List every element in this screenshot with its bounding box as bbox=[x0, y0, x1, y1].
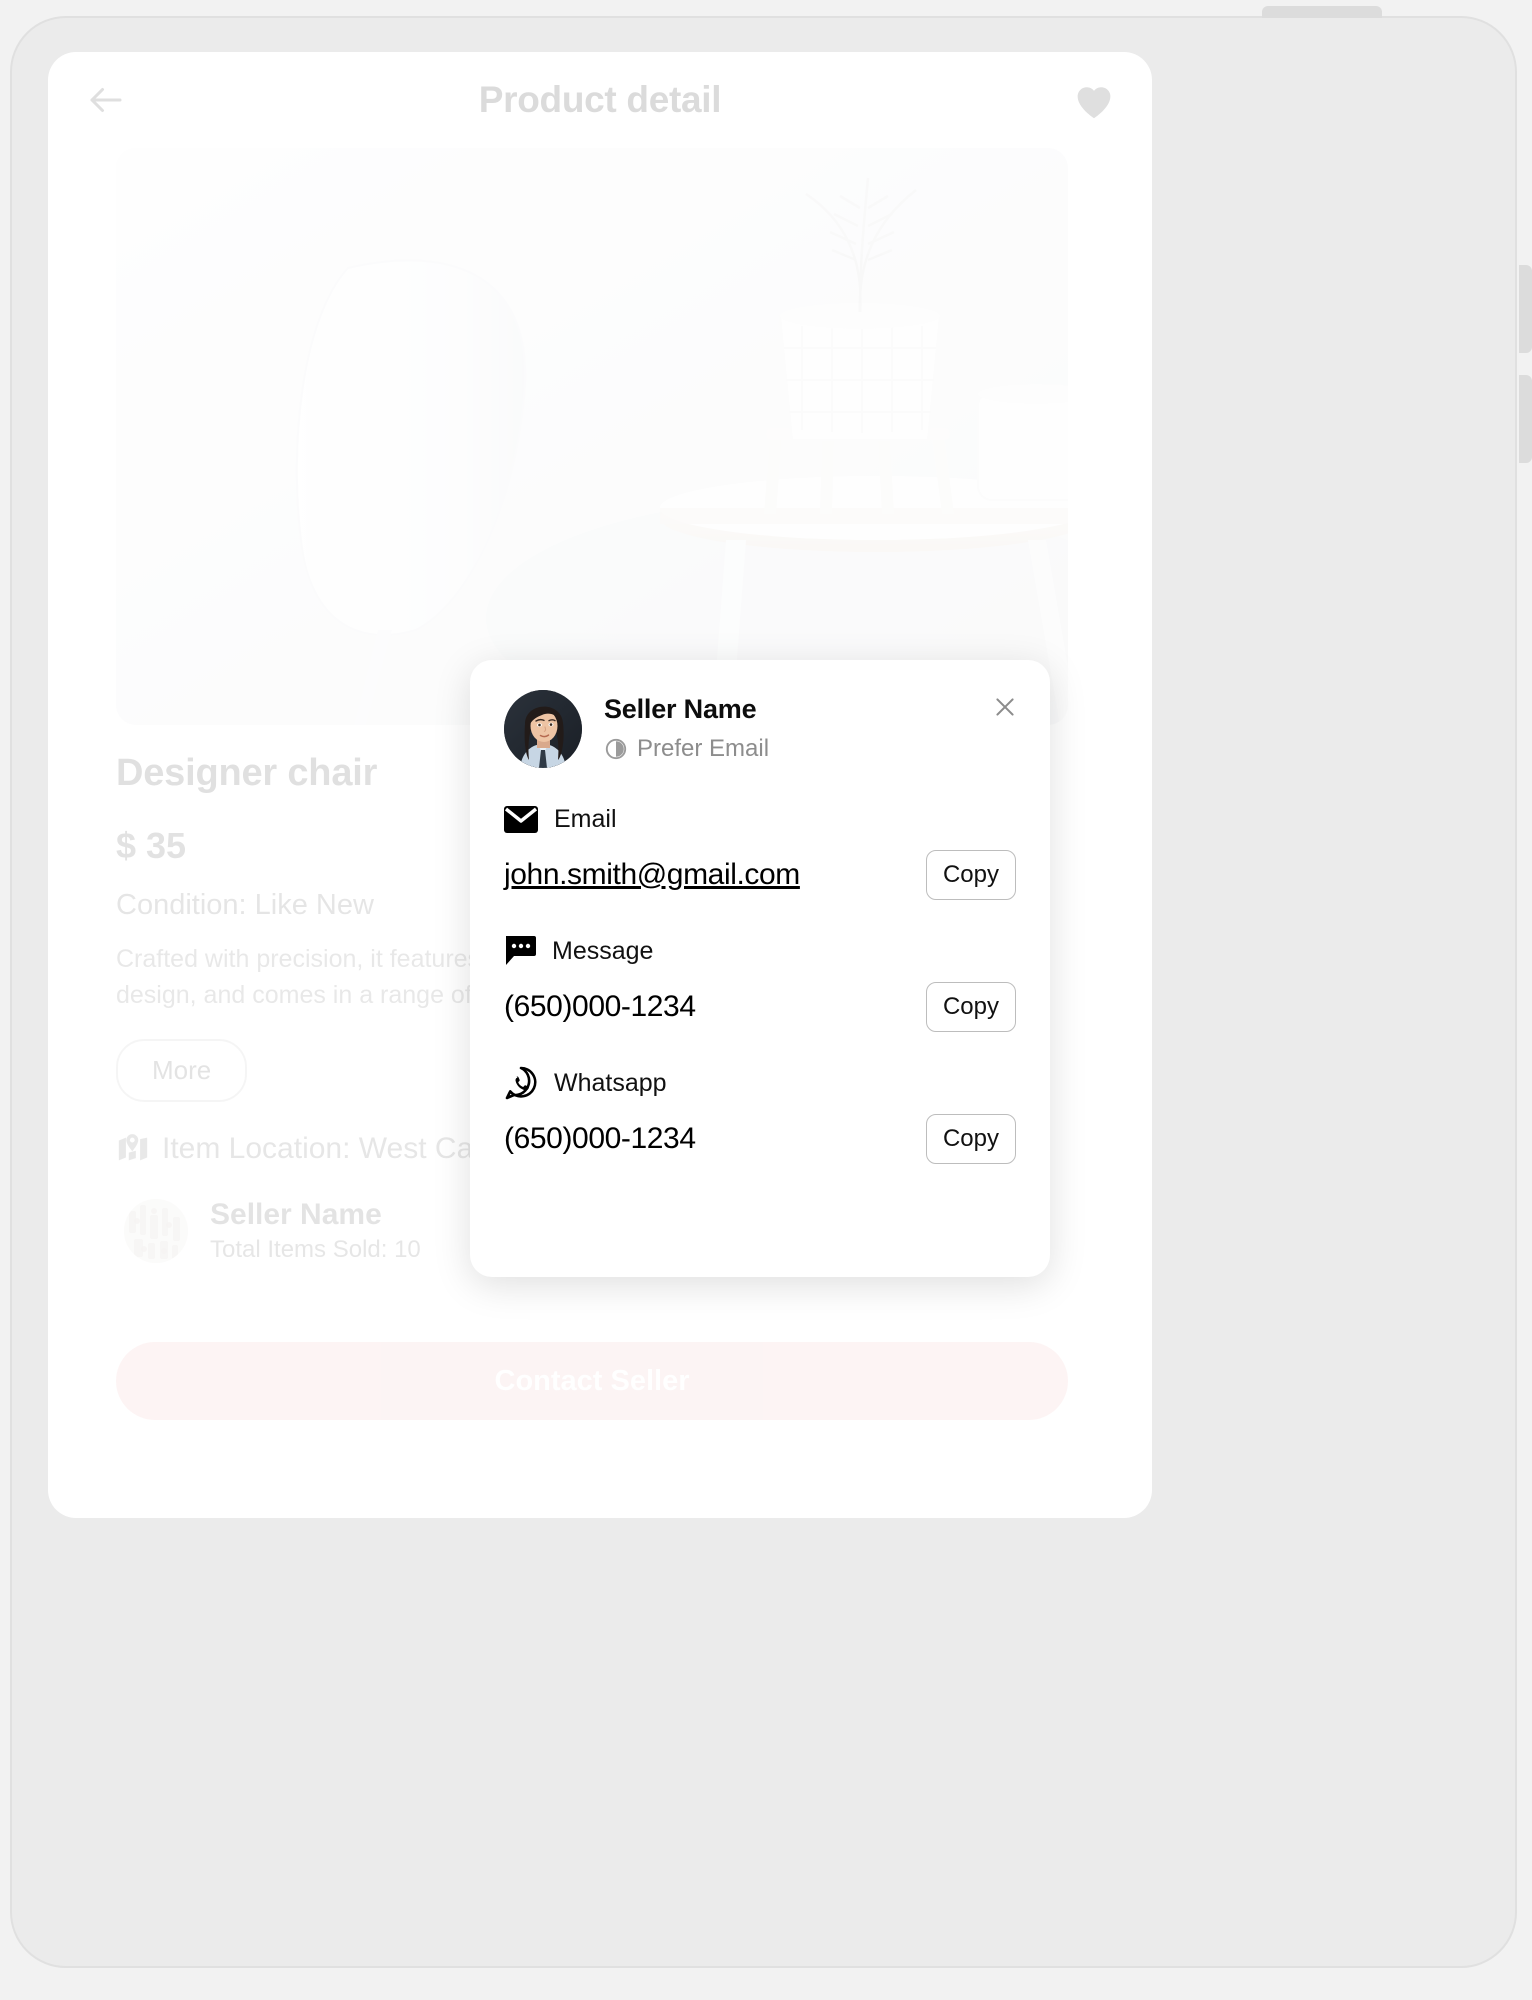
app-screen: Product detail Designer chair $ 35 Condi… bbox=[48, 52, 1152, 1518]
preference-label: Prefer Email bbox=[637, 735, 770, 762]
seller-items-sold: Total Items Sold: 10 bbox=[210, 1236, 421, 1263]
contact-email-value[interactable]: john.smith@gmail.com bbox=[504, 858, 800, 892]
envelope-icon bbox=[504, 805, 538, 833]
arrow-left-icon bbox=[90, 88, 122, 112]
contact-method-type: Message bbox=[552, 936, 654, 965]
top-app-bar: Product detail bbox=[48, 52, 1152, 148]
contact-method-type: Email bbox=[554, 804, 617, 833]
whatsapp-icon bbox=[505, 1066, 537, 1100]
contact-whatsapp-value[interactable]: (650)000-1234 bbox=[504, 1122, 696, 1156]
seller-avatar bbox=[124, 1199, 188, 1263]
contact-message-value[interactable]: (650)000-1234 bbox=[504, 990, 696, 1024]
copy-email-button[interactable]: Copy bbox=[925, 850, 1016, 900]
contact-method-header: Email bbox=[504, 802, 1016, 836]
more-button[interactable]: More bbox=[116, 1039, 248, 1102]
seller-name: Seller Name bbox=[210, 1198, 382, 1231]
copy-message-button[interactable]: Copy bbox=[925, 982, 1016, 1032]
modal-close-button[interactable] bbox=[988, 690, 1022, 724]
heart-icon bbox=[1077, 87, 1111, 119]
seller-avatar-image bbox=[124, 1199, 188, 1263]
contact-method-type: Whatsapp bbox=[554, 1068, 667, 1097]
favorite-button[interactable] bbox=[1070, 76, 1118, 124]
modal-seller-avatar bbox=[504, 690, 582, 768]
modal-seller-name: Seller Name bbox=[604, 694, 757, 724]
close-icon bbox=[996, 698, 1014, 716]
contact-method-header: Message bbox=[504, 934, 1016, 968]
back-button[interactable] bbox=[82, 76, 130, 124]
contact-value-row: john.smith@gmail.com Copy bbox=[504, 850, 1016, 900]
product-hero-image[interactable] bbox=[116, 148, 1068, 725]
contact-method-whatsapp: Whatsapp (650)000-1234 Copy bbox=[504, 1066, 1016, 1164]
volume-down-button[interactable] bbox=[1519, 375, 1532, 463]
contact-seller-button[interactable]: Contact Seller bbox=[116, 1342, 1068, 1420]
contact-value-row: (650)000-1234 Copy bbox=[504, 982, 1016, 1032]
power-button[interactable] bbox=[1262, 6, 1382, 18]
message-bubble-icon bbox=[506, 936, 536, 965]
preference-row: Prefer Email bbox=[604, 735, 769, 763]
contact-method-email: Email john.smith@gmail.com Copy bbox=[504, 802, 1016, 900]
modal-header: Seller Name Prefer Email bbox=[504, 690, 1016, 768]
contact-seller-modal: Seller Name Prefer Email Email john.smit… bbox=[470, 660, 1050, 1277]
page-title: Product detail bbox=[478, 79, 722, 120]
copy-whatsapp-button[interactable]: Copy bbox=[925, 1114, 1016, 1164]
product-photo bbox=[116, 148, 1068, 725]
volume-up-button[interactable] bbox=[1519, 265, 1532, 353]
map-pin-icon bbox=[118, 1134, 148, 1161]
half-circle-icon bbox=[605, 738, 627, 760]
contact-value-row: (650)000-1234 Copy bbox=[504, 1114, 1016, 1164]
seller-photo-avatar bbox=[504, 690, 582, 768]
contact-method-message: Message (650)000-1234 Copy bbox=[504, 934, 1016, 1032]
contact-method-header: Whatsapp bbox=[504, 1066, 1016, 1100]
